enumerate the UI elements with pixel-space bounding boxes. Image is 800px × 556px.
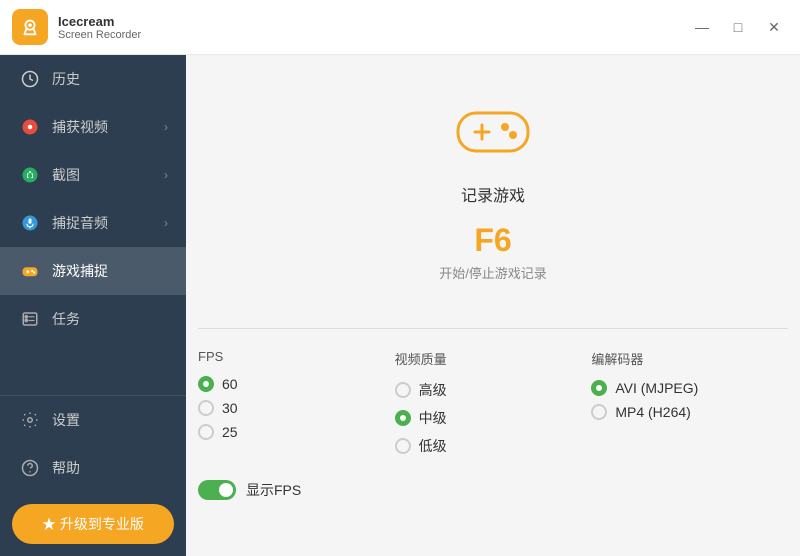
titlebar: Icecream Screen Recorder — □ ✕ [0, 0, 800, 55]
sidebar: 历史 捕获视频 › 截图 › [0, 55, 186, 556]
codec-label: 编解码器 [591, 349, 788, 368]
help-icon [18, 456, 42, 480]
sidebar-item-screenshot[interactable]: 截图 › [0, 151, 186, 199]
fps-30-radio[interactable] [198, 400, 214, 416]
quality-low-value: 低级 [419, 436, 447, 456]
app-title-block: Icecream Screen Recorder [58, 14, 141, 41]
show-fps-row: 显示FPS [198, 480, 788, 500]
sidebar-item-label: 截图 [52, 165, 164, 185]
tasks-icon [18, 307, 42, 331]
codec-avi-radio[interactable] [591, 380, 607, 396]
show-fps-toggle[interactable] [198, 480, 236, 500]
quality-label: 视频质量 [395, 349, 592, 368]
minimize-button[interactable]: — [688, 16, 716, 38]
quality-high-option[interactable]: 高级 [395, 380, 592, 400]
sidebar-item-label: 捕捉音频 [52, 213, 164, 233]
fps-label: FPS [198, 349, 395, 364]
game-title: 记录游戏 [461, 182, 525, 206]
codec-avi-option[interactable]: AVI (MJPEG) [591, 380, 788, 396]
fps-25-value: 25 [222, 424, 238, 440]
fps-30-option[interactable]: 30 [198, 400, 395, 416]
sidebar-item-tasks[interactable]: 任务 [0, 295, 186, 343]
app-title-sub: Screen Recorder [58, 29, 141, 41]
divider [198, 328, 788, 329]
sidebar-item-label: 任务 [52, 309, 168, 329]
chevron-right-icon: › [164, 168, 168, 182]
quality-mid-value: 中级 [419, 408, 447, 428]
quality-low-radio[interactable] [395, 438, 411, 454]
titlebar-controls: — □ ✕ [688, 16, 788, 38]
chevron-right-icon: › [164, 120, 168, 134]
hotkey-label: F6 [474, 222, 511, 259]
content-area: 记录游戏 F6 开始/停止游戏记录 FPS 60 30 25 [186, 55, 800, 556]
quality-mid-option[interactable]: 中级 [395, 408, 592, 428]
fps-60-option[interactable]: 60 [198, 376, 395, 392]
mic-icon [18, 211, 42, 235]
sidebar-item-history[interactable]: 历史 [0, 55, 186, 103]
video-icon [18, 115, 42, 139]
codec-mp4-option[interactable]: MP4 (H264) [591, 404, 788, 420]
fps-25-radio[interactable] [198, 424, 214, 440]
app-logo [12, 9, 48, 45]
chevron-right-icon: › [164, 216, 168, 230]
app-title-main: Icecream [58, 14, 141, 29]
quality-high-value: 高级 [419, 380, 447, 400]
camera-icon [18, 163, 42, 187]
game-controller-icon [453, 95, 533, 170]
fps-25-option[interactable]: 25 [198, 424, 395, 440]
sidebar-item-help[interactable]: 帮助 [0, 444, 186, 492]
hotkey-desc: 开始/停止游戏记录 [439, 263, 547, 282]
gamepad-icon [18, 259, 42, 283]
codec-column: 编解码器 AVI (MJPEG) MP4 (H264) [591, 349, 788, 456]
sidebar-item-label: 设置 [52, 410, 168, 430]
logo-icon [19, 16, 41, 38]
sidebar-item-capture-video[interactable]: 捕获视频 › [0, 103, 186, 151]
quality-mid-radio[interactable] [395, 410, 411, 426]
sidebar-item-capture-audio[interactable]: 捕捉音频 › [0, 199, 186, 247]
show-fps-label: 显示FPS [246, 480, 301, 500]
fps-60-value: 60 [222, 376, 238, 392]
gear-icon [18, 408, 42, 432]
quality-low-option[interactable]: 低级 [395, 436, 592, 456]
quality-high-radio[interactable] [395, 382, 411, 398]
codec-mp4-radio[interactable] [591, 404, 607, 420]
fps-column: FPS 60 30 25 [198, 349, 395, 456]
sidebar-item-label: 历史 [52, 69, 168, 89]
game-hero: 记录游戏 F6 开始/停止游戏记录 [439, 55, 547, 318]
upgrade-button[interactable]: ★ 升级到专业版 [12, 504, 174, 544]
maximize-button[interactable]: □ [724, 16, 752, 38]
settings-row: FPS 60 30 25 视频质量 高级 [198, 349, 788, 456]
main-layout: 历史 捕获视频 › 截图 › [0, 55, 800, 556]
quality-column: 视频质量 高级 中级 低级 [395, 349, 592, 456]
fps-30-value: 30 [222, 400, 238, 416]
clock-icon [18, 67, 42, 91]
codec-mp4-value: MP4 (H264) [615, 404, 690, 420]
fps-60-radio[interactable] [198, 376, 214, 392]
sidebar-bottom: 设置 帮助 ★ 升级到专业版 [0, 395, 186, 556]
sidebar-item-game-capture[interactable]: 游戏捕捉 [0, 247, 186, 295]
sidebar-item-label: 游戏捕捉 [52, 261, 168, 281]
sidebar-item-label: 捕获视频 [52, 117, 164, 137]
sidebar-item-settings[interactable]: 设置 [0, 396, 186, 444]
close-button[interactable]: ✕ [760, 16, 788, 38]
sidebar-item-label: 帮助 [52, 458, 168, 478]
codec-avi-value: AVI (MJPEG) [615, 380, 698, 396]
